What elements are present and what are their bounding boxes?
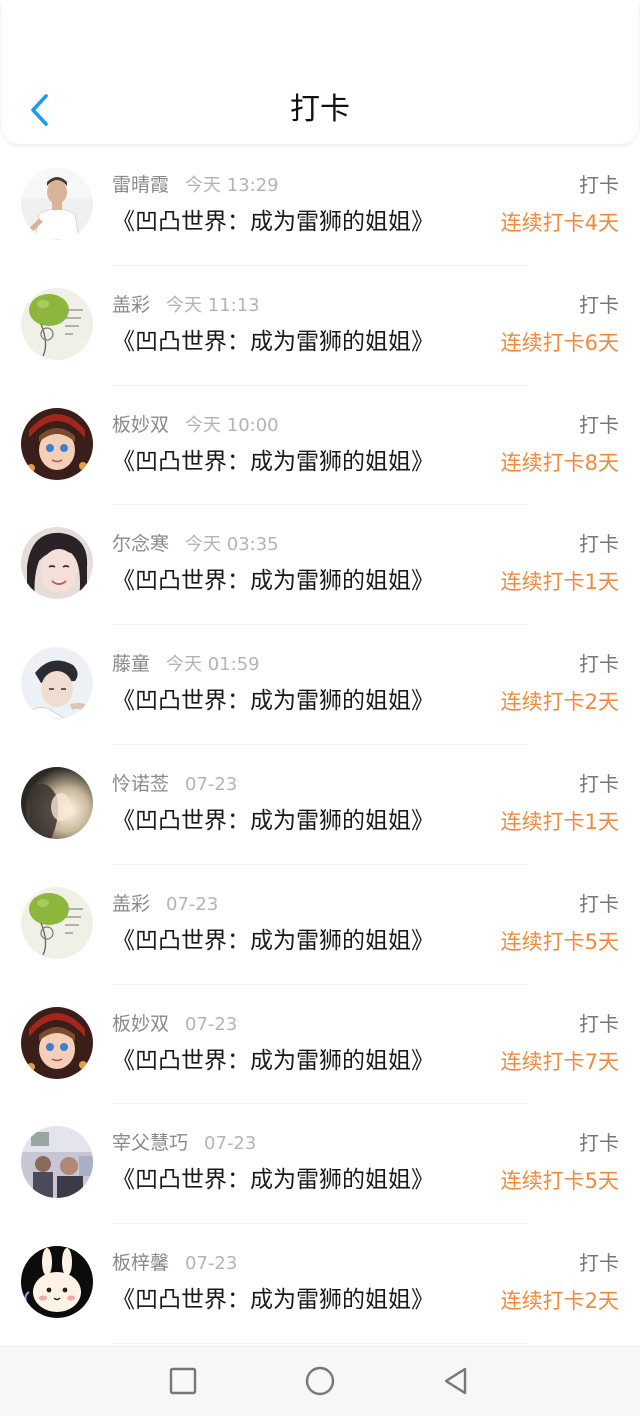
avatar[interactable] (21, 407, 93, 480)
streak-count: 连续打卡5天 (500, 1169, 619, 1194)
streak-count: 连续打卡4天 (500, 211, 619, 235)
list-item[interactable]: 尔念寒 今天 03:35 《凹凸世界：成为雷狮的姐姐》 打卡 连续打卡1天 (0, 505, 640, 626)
list-item[interactable]: 盖彩 07-23 《凹凸世界：成为雷狮的姐姐》 打卡 连续打卡5天 (0, 865, 640, 985)
timestamp: 07-23 (204, 1133, 257, 1155)
avatar[interactable] (21, 527, 93, 600)
user-name[interactable]: 怜诺莶 (112, 773, 169, 795)
user-name[interactable]: 藤童 (112, 653, 150, 675)
list-item[interactable]: 藤童 今天 01:59 《凹凸世界：成为雷狮的姐姐》 打卡 连续打卡2天 (0, 625, 640, 745)
streak-count: 连续打卡8天 (500, 450, 619, 475)
timestamp: 07-23 (185, 1013, 238, 1035)
streak-count: 连续打卡2天 (500, 1289, 619, 1314)
avatar[interactable] (21, 886, 93, 959)
timestamp: 今天 10:00 (185, 414, 279, 436)
streak-count: 连续打卡1天 (500, 809, 619, 834)
list-item[interactable]: 板妙双 07-23 《凹凸世界：成为雷狮的姐姐》 打卡 连续打卡7天 (0, 985, 640, 1105)
list-item[interactable]: 怜诺莶 07-23 《凹凸世界：成为雷狮的姐姐》 打卡 连续打卡1天 (0, 745, 640, 865)
user-name[interactable]: 盖彩 (112, 893, 150, 915)
timestamp: 07-23 (185, 1253, 238, 1275)
checkin-tag: 打卡 (579, 1011, 619, 1036)
back-nav-button[interactable] (436, 1361, 476, 1401)
streak-count: 连续打卡1天 (500, 570, 619, 595)
avatar-image (21, 527, 93, 600)
book-title[interactable]: 《凹凸世界：成为雷狮的姐姐》 (112, 805, 434, 837)
list-item[interactable]: 宰父慧巧 07-23 《凹凸世界：成为雷狮的姐姐》 打卡 连续打卡5天 (0, 1104, 640, 1225)
avatar[interactable] (21, 1246, 93, 1319)
book-title[interactable]: 《凹凸世界：成为雷狮的姐姐》 (112, 565, 434, 597)
list-item[interactable]: 盖彩 今天 11:13 《凹凸世界：成为雷狮的姐姐》 打卡 连续打卡6天 (0, 266, 640, 386)
avatar-image (21, 168, 93, 240)
book-title[interactable]: 《凹凸世界：成为雷狮的姐姐》 (112, 1164, 434, 1196)
book-title[interactable]: 《凹凸世界：成为雷狮的姐姐》 (112, 685, 434, 717)
streak-count: 连续打卡7天 (500, 1049, 619, 1074)
timestamp: 今天 03:35 (185, 534, 279, 556)
avatar[interactable] (21, 1006, 93, 1079)
list-item[interactable]: 板梓馨 07-23 《凹凸世界：成为雷狮的姐姐》 打卡 连续打卡2天 (0, 1224, 640, 1344)
avatar[interactable] (21, 766, 93, 839)
streak-count: 连续打卡6天 (500, 330, 619, 355)
system-nav-bar (0, 1346, 640, 1416)
avatar[interactable] (21, 1126, 93, 1199)
streak-count: 连续打卡2天 (500, 690, 619, 715)
home-button[interactable] (300, 1361, 340, 1401)
avatar-image (21, 886, 93, 959)
avatar-image (21, 407, 93, 480)
user-name[interactable]: 板妙双 (112, 414, 169, 436)
avatar-image (21, 766, 93, 839)
user-name[interactable]: 板梓馨 (112, 1252, 169, 1274)
book-title[interactable]: 《凹凸世界：成为雷狮的姐姐》 (112, 925, 434, 957)
checkin-tag: 打卡 (579, 1251, 619, 1276)
list-item[interactable]: 板妙双 今天 10:00 《凹凸世界：成为雷狮的姐姐》 打卡 连续打卡8天 (0, 386, 640, 506)
timestamp: 今天 13:29 (185, 175, 279, 196)
book-title[interactable]: 《凹凸世界：成为雷狮的姐姐》 (112, 446, 434, 478)
checkin-tag: 打卡 (579, 173, 619, 197)
streak-count: 连续打卡5天 (500, 929, 619, 954)
avatar-image (21, 1126, 93, 1199)
list-item[interactable]: 雷晴霞 今天 13:29 《凹凸世界：成为雷狮的姐姐》 打卡 连续打卡4天 (0, 146, 640, 266)
home-circle-icon (305, 1366, 335, 1396)
avatar-image (21, 647, 93, 720)
book-title[interactable]: 《凹凸世界：成为雷狮的姐姐》 (112, 206, 434, 238)
checkin-tag: 打卡 (579, 1131, 619, 1156)
avatar[interactable] (21, 168, 93, 240)
timestamp: 07-23 (185, 773, 238, 795)
recents-button[interactable] (163, 1361, 203, 1401)
user-name[interactable]: 雷晴霞 (112, 174, 169, 196)
top-bar: 打卡 (2, 0, 638, 144)
avatar-image (21, 1006, 93, 1079)
checkin-tag: 打卡 (579, 532, 619, 557)
avatar-image (21, 1246, 93, 1319)
divider (112, 1342, 528, 1344)
book-title[interactable]: 《凹凸世界：成为雷狮的姐姐》 (112, 1284, 434, 1316)
checkin-list: 雷晴霞 今天 13:29 《凹凸世界：成为雷狮的姐姐》 打卡 连续打卡4天 盖彩今… (0, 146, 640, 1346)
checkin-tag: 打卡 (579, 292, 619, 317)
timestamp: 今天 11:13 (166, 294, 260, 316)
page-title: 打卡 (290, 92, 350, 127)
user-name[interactable]: 尔念寒 (112, 533, 169, 555)
avatar-image (21, 287, 93, 360)
user-name[interactable]: 盖彩 (112, 294, 150, 316)
book-title[interactable]: 《凹凸世界：成为雷狮的姐姐》 (112, 326, 434, 358)
checkin-tag: 打卡 (579, 652, 619, 677)
checkin-tag: 打卡 (579, 412, 619, 437)
checkin-tag: 打卡 (579, 891, 619, 916)
avatar[interactable] (21, 287, 93, 360)
user-name[interactable]: 宰父慧巧 (112, 1132, 188, 1154)
recents-square-icon (169, 1367, 197, 1395)
timestamp: 今天 01:59 (166, 654, 260, 676)
checkin-tag: 打卡 (579, 771, 619, 796)
timestamp: 07-23 (166, 893, 219, 915)
user-name[interactable]: 板妙双 (112, 1013, 169, 1035)
avatar[interactable] (21, 647, 93, 720)
back-triangle-icon (444, 1367, 467, 1395)
book-title[interactable]: 《凹凸世界：成为雷狮的姐姐》 (112, 1045, 434, 1077)
